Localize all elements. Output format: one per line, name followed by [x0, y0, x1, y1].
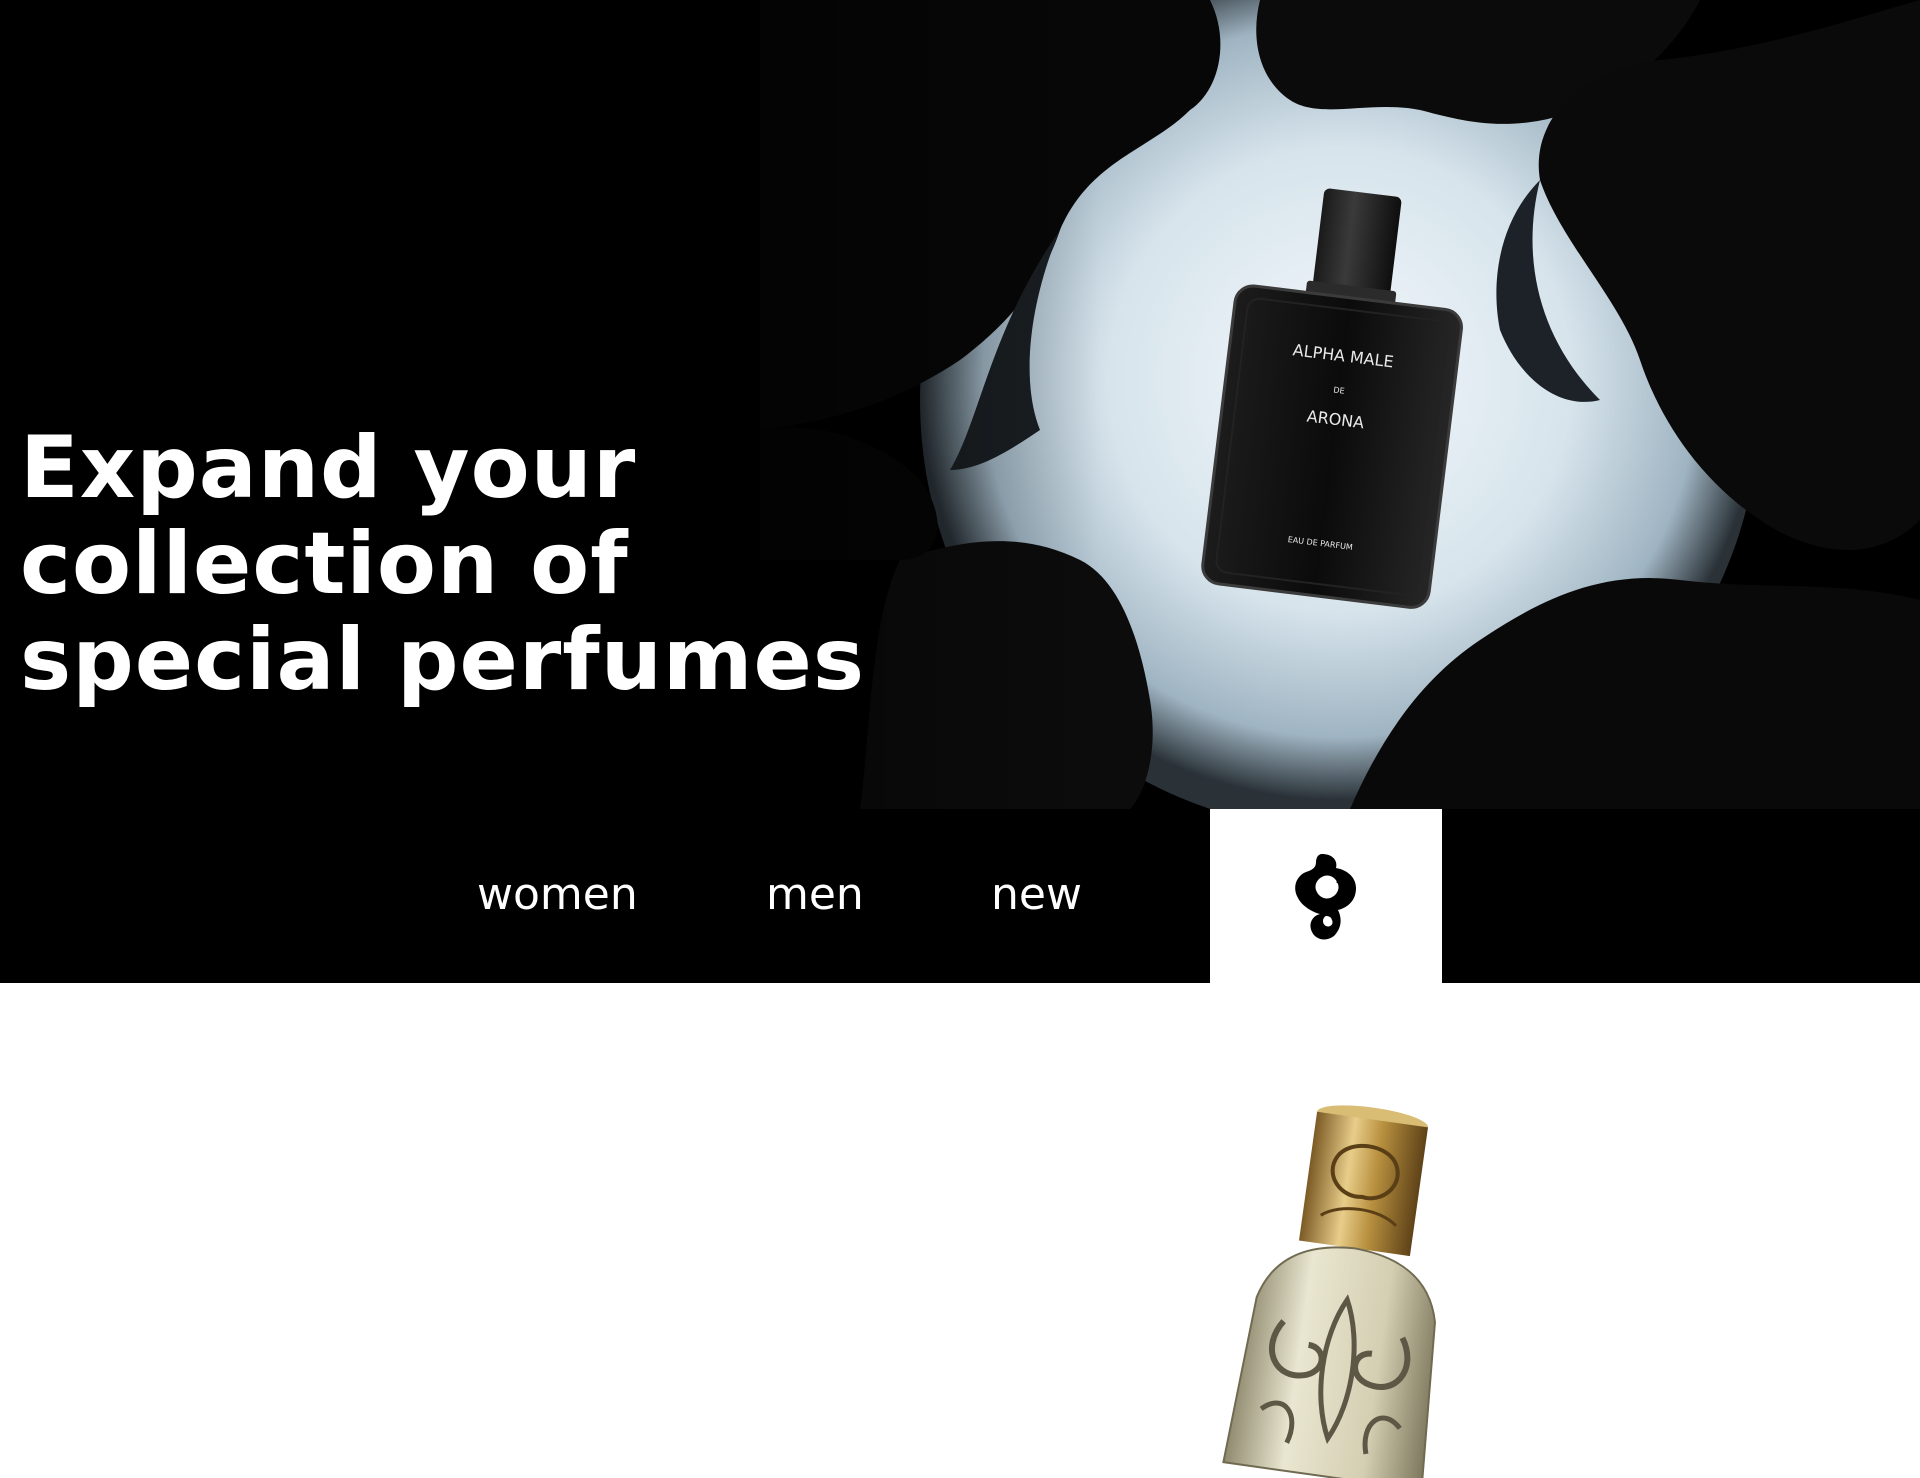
headline-line-2: collection of	[20, 514, 629, 614]
nav-new-link[interactable]: new	[991, 867, 1082, 923]
nav-women-link[interactable]: women	[477, 867, 638, 923]
nav-men-link[interactable]: men	[766, 867, 864, 923]
product-image	[1222, 1105, 1436, 1478]
brand-logo-icon	[1295, 854, 1356, 940]
logo-button[interactable]	[1210, 809, 1442, 983]
category-nav	[0, 809, 1920, 983]
hero-banner: ALPHA MALE DE ARONA EAU DE PARFUM Expand…	[0, 0, 1920, 809]
bottle-by: DE	[1333, 385, 1345, 395]
hero-headline: Expand your collection of special perfum…	[20, 420, 865, 708]
headline-line-1: Expand your	[20, 418, 637, 518]
headline-line-3: special perfumes	[20, 610, 866, 710]
